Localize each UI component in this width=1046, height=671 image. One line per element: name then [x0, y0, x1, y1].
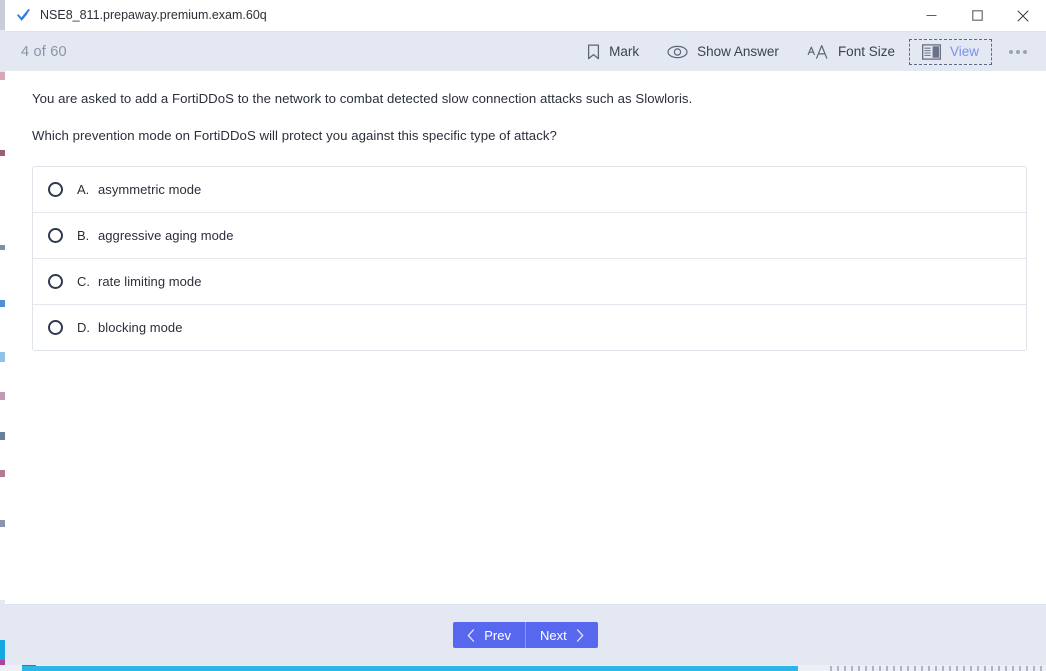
tab-exam-file[interactable]: NSE8_811.prepaway.premium.exam.60q: [5, 0, 283, 32]
question-prompt-line-1: You are asked to add a FortiDDoS to the …: [32, 91, 693, 106]
radio-button-icon[interactable]: [48, 181, 63, 197]
answer-option-c[interactable]: C. rate limiting mode: [33, 258, 1026, 305]
view-button[interactable]: View: [908, 38, 992, 65]
close-button[interactable]: [1000, 0, 1046, 31]
prev-label: Prev: [484, 627, 511, 643]
taskbar-accent-bar: [22, 666, 798, 671]
mark-label: Mark: [609, 44, 640, 59]
show-answer-button[interactable]: Show Answer: [653, 38, 793, 65]
view-label: View: [949, 44, 979, 59]
minimize-button[interactable]: [908, 0, 954, 31]
option-letter: C.: [77, 273, 90, 289]
taskbar-sliver: [0, 665, 1046, 671]
font-size-button[interactable]: Font Size: [793, 38, 909, 66]
chevron-left-icon: [467, 628, 475, 642]
answer-option-a[interactable]: A. asymmetric mode: [33, 166, 1026, 213]
font-size-label: Font Size: [837, 44, 895, 59]
option-text: aggressive aging mode: [98, 227, 234, 243]
radio-button-icon[interactable]: [48, 227, 63, 243]
option-letter: A.: [77, 181, 90, 197]
footer-navigation-bar: Prev Next: [5, 604, 1046, 665]
question-prompt-line-2: Which prevention mode on FortiDDoS will …: [32, 127, 557, 143]
title-bar: NSE8_811.prepaway.premium.exam.60q: [5, 0, 1046, 32]
radio-button-icon[interactable]: [48, 273, 63, 289]
close-icon: [1017, 9, 1029, 22]
option-letter: B.: [77, 227, 90, 243]
prev-button[interactable]: Prev: [453, 622, 526, 648]
font-size-icon: [807, 44, 829, 60]
toolbar: 4 of 60 Mark Show Answer Font Size View: [5, 31, 1046, 71]
answer-options-list: A. asymmetric mode B. aggressive aging m…: [32, 165, 1027, 351]
answer-option-b[interactable]: B. aggressive aging mode: [33, 212, 1026, 259]
toolbar-actions: Mark Show Answer Font Size View: [573, 37, 1038, 67]
maximize-icon: [971, 10, 983, 21]
bookmark-icon: [587, 43, 600, 60]
eye-icon: [667, 45, 688, 59]
question-content-area: You are asked to add a FortiDDoS to the …: [5, 71, 1046, 604]
exam-application-window: NSE8_811.prepaway.premium.exam.60q 4 of …: [5, 0, 1046, 665]
tab-title: NSE8_811.prepaway.premium.exam.60q: [40, 8, 267, 22]
more-options-icon[interactable]: [998, 37, 1038, 67]
taskbar-tray-glyphs: [830, 666, 1045, 671]
show-answer-label: Show Answer: [697, 44, 779, 59]
maximize-button[interactable]: [954, 0, 1000, 31]
option-letter: D.: [77, 319, 90, 335]
answer-option-d[interactable]: D. blocking mode: [33, 304, 1026, 350]
next-button[interactable]: Next: [526, 622, 598, 648]
minimize-icon: [926, 15, 936, 16]
check-icon: [16, 8, 31, 23]
layout-panel-icon: [922, 43, 941, 60]
next-label: Next: [540, 627, 567, 643]
chevron-right-icon: [576, 628, 584, 642]
option-text: asymmetric mode: [98, 181, 202, 197]
radio-button-icon[interactable]: [48, 319, 63, 335]
option-text: rate limiting mode: [98, 273, 202, 289]
tab-strip: NSE8_811.prepaway.premium.exam.60q: [5, 0, 283, 32]
window-controls: [908, 0, 1046, 31]
mark-button[interactable]: Mark: [573, 38, 653, 66]
question-counter: 4 of 60: [21, 43, 67, 60]
option-text: blocking mode: [98, 319, 183, 335]
nav-buttons-group: Prev Next: [453, 622, 598, 648]
